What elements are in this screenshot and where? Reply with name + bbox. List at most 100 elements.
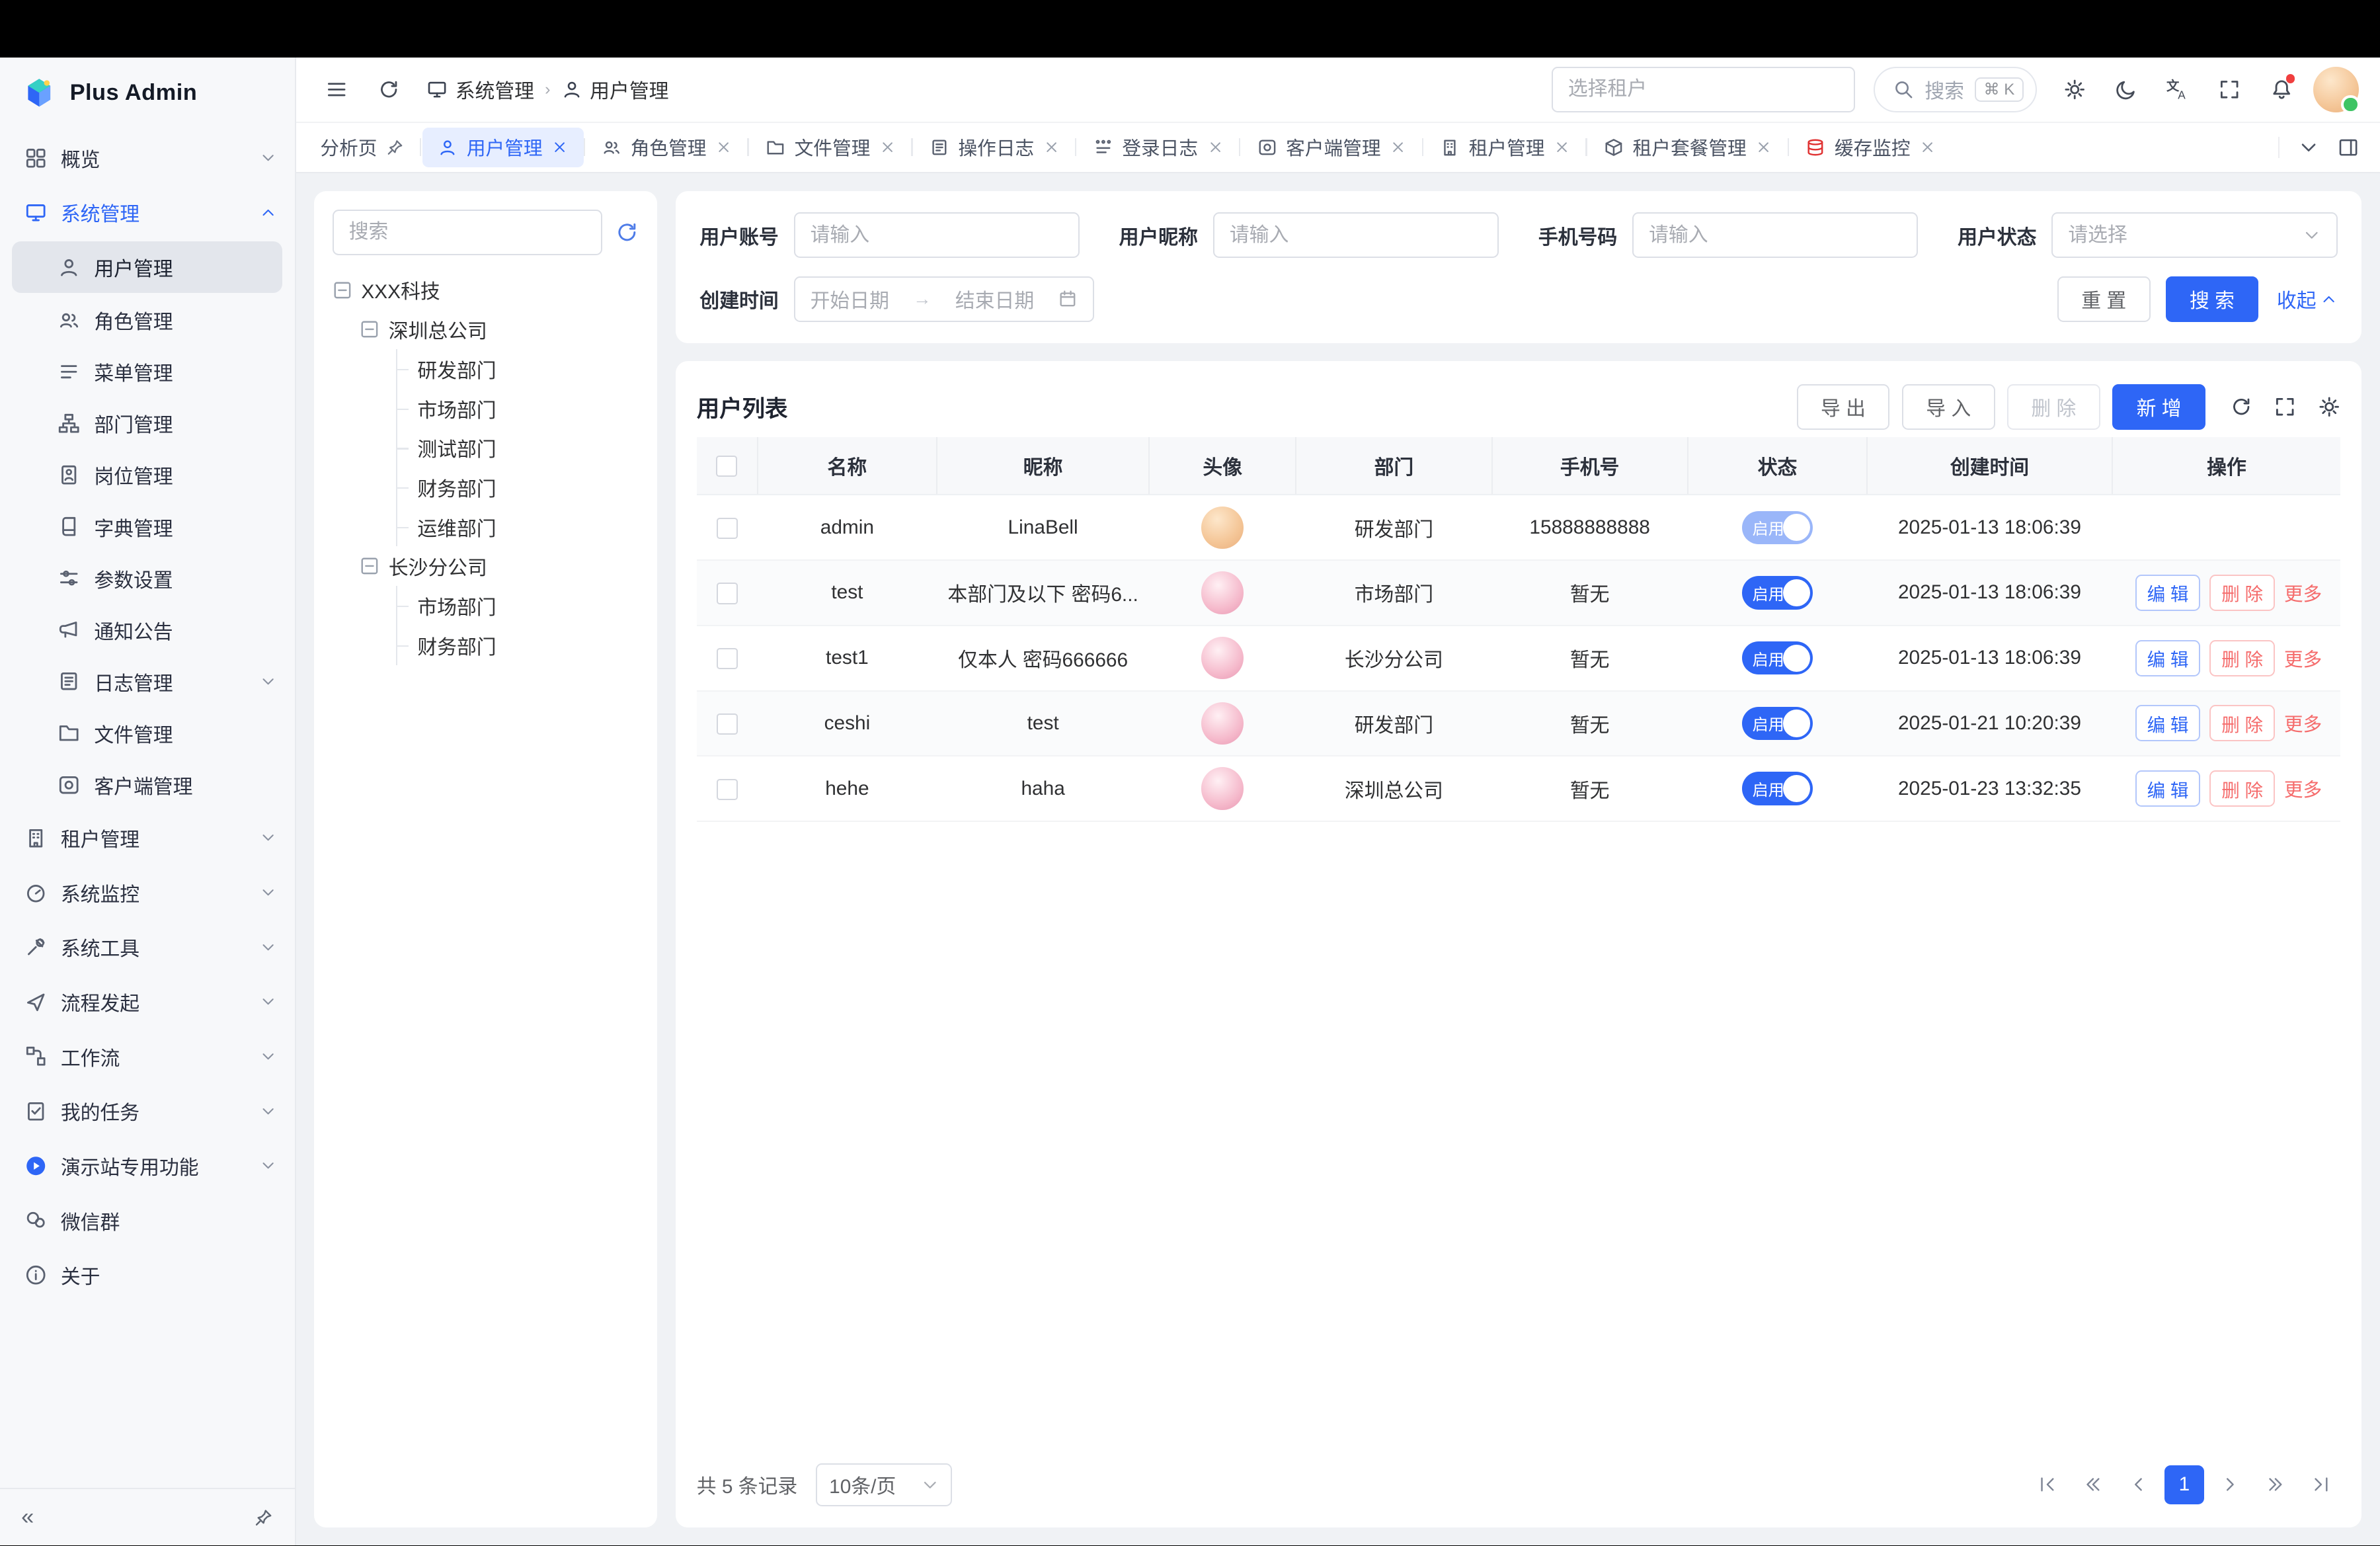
sidebar-item-1[interactable]: 系统管理: [0, 185, 295, 240]
sidebar-item-20[interactable]: 微信群: [0, 1193, 295, 1248]
delete-row-button[interactable]: 删 除: [2209, 575, 2275, 611]
close-tab-icon[interactable]: [1919, 139, 1936, 155]
global-search[interactable]: 搜索 ⌘ K: [1874, 67, 2038, 112]
notifications-button[interactable]: [2262, 70, 2301, 110]
filter-input[interactable]: [2068, 224, 2293, 247]
close-tab-icon[interactable]: [551, 139, 568, 155]
filter-input-box[interactable]: [794, 212, 1080, 258]
table-fullscreen-icon[interactable]: [2274, 395, 2296, 418]
filter-input-box[interactable]: [1213, 212, 1499, 258]
close-tab-icon[interactable]: [1390, 139, 1406, 155]
user-avatar[interactable]: [2313, 67, 2359, 112]
sidebar-item-9[interactable]: 通知公告: [0, 604, 295, 656]
tree-refresh-icon[interactable]: [615, 220, 639, 245]
row-checkbox[interactable]: [717, 583, 738, 604]
more-button[interactable]: 更多: [2284, 714, 2322, 735]
tab-6[interactable]: 客户端管理: [1242, 128, 1422, 167]
row-checkbox[interactable]: [717, 713, 738, 735]
tab-5[interactable]: 登录日志: [1078, 128, 1239, 167]
tab-0[interactable]: 分析页: [305, 128, 419, 167]
delete-row-button[interactable]: 删 除: [2209, 640, 2275, 676]
close-tab-icon[interactable]: [1554, 139, 1570, 155]
close-tab-icon[interactable]: [715, 139, 732, 155]
export-button[interactable]: 导 出: [1797, 384, 1890, 430]
next-fast-button[interactable]: [2256, 1465, 2295, 1505]
filter-input[interactable]: [811, 224, 1063, 247]
tree-node-3[interactable]: 市场部门: [333, 389, 639, 428]
status-toggle[interactable]: 启用: [1742, 772, 1813, 805]
prev-page-button[interactable]: [2119, 1465, 2159, 1505]
close-tab-icon[interactable]: [879, 139, 896, 155]
tenant-select-input[interactable]: [1568, 78, 1839, 101]
tree-node-5[interactable]: 财务部门: [333, 468, 639, 507]
sidebar-item-2[interactable]: 用户管理: [12, 241, 282, 293]
status-toggle[interactable]: 启用: [1742, 511, 1813, 545]
tree-search-box[interactable]: [333, 210, 603, 255]
tab-1[interactable]: 用户管理: [422, 128, 583, 167]
tab-8[interactable]: 租户套餐管理: [1589, 128, 1788, 167]
row-checkbox[interactable]: [717, 518, 738, 539]
filter-select[interactable]: [2051, 212, 2337, 258]
tree-node-4[interactable]: 测试部门: [333, 428, 639, 468]
edit-button[interactable]: 编 辑: [2135, 770, 2201, 807]
breadcrumb-item-1[interactable]: 用户管理: [561, 75, 669, 104]
sidebar-item-17[interactable]: 工作流: [0, 1029, 295, 1084]
dark-mode-button[interactable]: [2107, 70, 2147, 110]
pin-icon[interactable]: [254, 1508, 274, 1527]
import-button[interactable]: 导 入: [1902, 384, 1995, 430]
filter-input[interactable]: [1649, 224, 1901, 247]
tab-menu-chevron-icon[interactable]: [2298, 137, 2319, 158]
table-refresh-icon[interactable]: [2230, 395, 2252, 418]
next-page-button[interactable]: [2210, 1465, 2250, 1505]
sidebar-item-7[interactable]: 字典管理: [0, 501, 295, 553]
more-button[interactable]: 更多: [2284, 584, 2322, 605]
current-page[interactable]: 1: [2164, 1465, 2204, 1505]
sidebar-item-10[interactable]: 日志管理: [0, 656, 295, 708]
tree-node-0[interactable]: XXX科技: [333, 270, 639, 310]
date-range-picker[interactable]: 开始日期 → 结束日期: [794, 276, 1095, 322]
fullscreen-button[interactable]: [2210, 70, 2250, 110]
search-button[interactable]: 搜 索: [2166, 276, 2259, 322]
first-page-button[interactable]: [2028, 1465, 2067, 1505]
sidebar-item-16[interactable]: 流程发起: [0, 975, 295, 1030]
sidebar-item-3[interactable]: 角色管理: [0, 294, 295, 346]
row-checkbox[interactable]: [717, 779, 738, 800]
tree-node-7[interactable]: 长沙分公司: [333, 546, 639, 586]
sidebar-item-12[interactable]: 客户端管理: [0, 759, 295, 811]
reset-button[interactable]: 重 置: [2057, 276, 2151, 322]
sidebar-item-19[interactable]: 演示站专用功能: [0, 1139, 295, 1194]
language-button[interactable]: 文A: [2159, 70, 2198, 110]
breadcrumb-item-0[interactable]: 系统管理: [426, 75, 534, 104]
sidebar-item-13[interactable]: 租户管理: [0, 811, 295, 866]
sidebar-item-18[interactable]: 我的任务: [0, 1084, 295, 1139]
tree-node-9[interactable]: 财务部门: [333, 626, 639, 665]
more-button[interactable]: 更多: [2284, 649, 2322, 671]
close-tab-icon[interactable]: [1207, 139, 1224, 155]
tab-9[interactable]: 缓存监控: [1790, 128, 1951, 167]
sidebar-item-11[interactable]: 文件管理: [0, 708, 295, 759]
sidebar-item-0[interactable]: 概览: [0, 130, 295, 185]
edit-button[interactable]: 编 辑: [2135, 705, 2201, 741]
tab-layout-icon[interactable]: [2338, 137, 2359, 158]
sidebar-item-4[interactable]: 菜单管理: [0, 346, 295, 397]
row-checkbox[interactable]: [717, 648, 738, 669]
delete-row-button[interactable]: 删 除: [2209, 770, 2275, 807]
sidebar-item-6[interactable]: 岗位管理: [0, 449, 295, 501]
tree-node-6[interactable]: 运维部门: [333, 507, 639, 547]
close-tab-icon[interactable]: [1043, 139, 1060, 155]
filter-input-box[interactable]: [1632, 212, 1918, 258]
prev-fast-button[interactable]: [2073, 1465, 2113, 1505]
edit-button[interactable]: 编 辑: [2135, 575, 2201, 611]
add-button[interactable]: 新 增: [2112, 384, 2205, 430]
sidebar-item-8[interactable]: 参数设置: [0, 553, 295, 604]
tree-search-input[interactable]: [349, 221, 586, 243]
filter-input[interactable]: [1230, 224, 1482, 247]
sidebar-item-14[interactable]: 系统监控: [0, 865, 295, 920]
close-tab-icon[interactable]: [1755, 139, 1772, 155]
sidebar-item-5[interactable]: 部门管理: [0, 397, 295, 449]
collapse-sidebar-icon[interactable]: «: [21, 1504, 34, 1530]
refresh-page-icon[interactable]: [369, 70, 409, 110]
sidebar-item-15[interactable]: 系统工具: [0, 920, 295, 975]
collapse-filter-link[interactable]: 收起: [2277, 284, 2338, 313]
settings-button[interactable]: [2055, 70, 2095, 110]
